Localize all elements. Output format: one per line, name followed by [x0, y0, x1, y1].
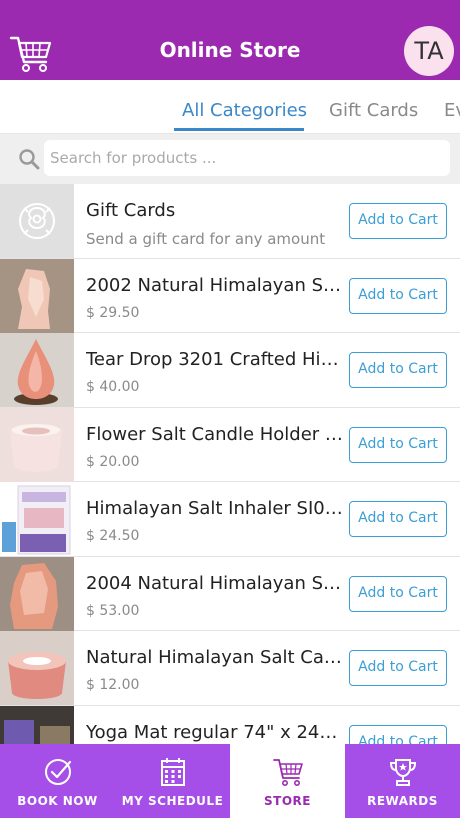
app-header: Online Store TA [0, 0, 460, 80]
product-image [0, 333, 74, 407]
category-tabs: All Categories Gift Cards Ev [0, 80, 460, 134]
product-price: $ 12.00 [86, 677, 140, 693]
add-to-cart-button[interactable]: Add to Cart [349, 203, 447, 239]
product-price: $ 53.00 [86, 602, 140, 619]
nav-rewards[interactable]: REWARDS [345, 744, 460, 818]
avatar[interactable]: TA [404, 26, 454, 76]
list-item[interactable]: Gift Cards Send a gift card for any amou… [0, 184, 460, 259]
gift-card-icon [0, 184, 74, 258]
list-item[interactable]: 2004 Natural Himalayan Salt... $ 53.00 A… [0, 556, 460, 631]
product-price: $ 20.00 [86, 453, 140, 470]
product-name: 2004 Natural Himalayan Salt... [86, 572, 344, 594]
product-name: Gift Cards [86, 200, 176, 221]
list-item[interactable]: 2002 Natural Himalayan Salt... $ 29.50 A… [0, 258, 460, 333]
product-image [0, 258, 74, 333]
product-price: $ 29.50 [86, 304, 140, 321]
list-item[interactable]: Natural Himalayan Salt Can... $ 12.00 Ad… [0, 631, 460, 706]
product-name: Yoga Mat regular 74" x 24" x... [86, 721, 344, 743]
list-item[interactable]: Himalayan Salt Inhaler SI001 $ 24.50 Add… [0, 482, 460, 557]
tab-all-categories[interactable]: All Categories [182, 100, 307, 121]
nav-my-schedule[interactable]: MY SCHEDULE [115, 744, 230, 818]
list-item[interactable]: Yoga Mat regular 74" x 24" x... Add to C… [0, 705, 460, 744]
product-image [0, 407, 74, 482]
product-image [0, 482, 74, 556]
page-title: Online Store [159, 38, 301, 62]
add-to-cart-button[interactable]: Add to Cart [349, 277, 447, 314]
list-item[interactable]: Tear Drop 3201 Crafted Him... $ 40.00 Ad… [0, 333, 460, 408]
product-subtitle: Send a gift card for any amount [86, 230, 326, 248]
add-to-cart-button[interactable]: Add to Cart [349, 352, 447, 388]
nav-label: STORE [264, 794, 311, 808]
nav-label: REWARDS [367, 794, 438, 808]
add-to-cart-button[interactable]: Add to Cart [349, 501, 447, 537]
nav-label: BOOK NOW [17, 794, 98, 808]
product-name: 2002 Natural Himalayan Salt... [86, 274, 344, 296]
search-bar [0, 134, 460, 184]
nav-book-now[interactable]: BOOK NOW [0, 744, 115, 818]
add-to-cart-button[interactable]: Add to Cart [349, 724, 447, 744]
nav-label: MY SCHEDULE [121, 794, 224, 808]
add-to-cart-button[interactable]: Add to Cart [349, 575, 447, 612]
calendar-icon [157, 756, 189, 788]
product-image [0, 705, 74, 744]
trophy-icon [387, 756, 419, 788]
add-to-cart-button[interactable]: Add to Cart [349, 426, 447, 463]
product-price: $ 40.00 [86, 379, 140, 395]
check-circle-icon [42, 756, 74, 788]
list-item[interactable]: Flower Salt Candle Holder 1... $ 20.00 A… [0, 407, 460, 482]
search-input[interactable] [44, 140, 450, 176]
product-name: Natural Himalayan Salt Can... [86, 647, 344, 668]
tab-gift-cards[interactable]: Gift Cards [329, 100, 418, 121]
product-name: Tear Drop 3201 Crafted Him... [86, 349, 344, 370]
search-icon [18, 148, 40, 170]
product-image [0, 631, 74, 705]
product-name: Himalayan Salt Inhaler SI001 [86, 498, 344, 519]
tab-events[interactable]: Ev [444, 100, 460, 121]
nav-store[interactable]: STORE [230, 744, 345, 818]
cart-icon [272, 756, 304, 788]
add-to-cart-button[interactable]: Add to Cart [349, 650, 447, 686]
product-price: $ 24.50 [86, 528, 140, 544]
product-image [0, 556, 74, 631]
product-list: Gift Cards Send a gift card for any amou… [0, 184, 460, 744]
active-tab-indicator [174, 128, 304, 131]
bottom-nav: BOOK NOW MY SCHEDULE STORE REWARDS [0, 744, 460, 818]
product-name: Flower Salt Candle Holder 1... [86, 423, 344, 445]
